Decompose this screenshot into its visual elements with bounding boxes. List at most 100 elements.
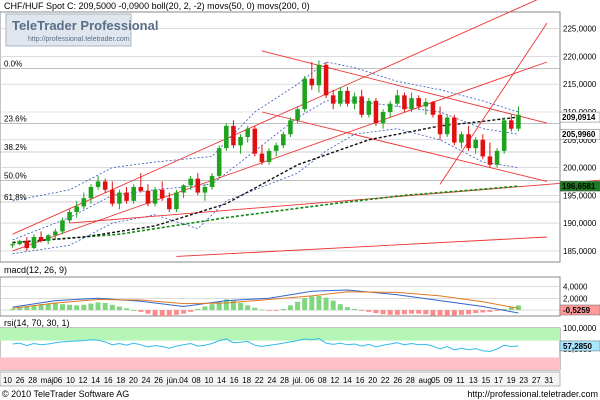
- candle-body: [416, 98, 421, 107]
- candle-body: [53, 231, 58, 236]
- price-value-label: 209,0914: [562, 113, 596, 122]
- x-tick-label: 16: [356, 376, 365, 385]
- x-tick-label: 12: [79, 376, 88, 385]
- watermark-brand: TeleTrader Professional: [12, 18, 158, 33]
- x-tick-label: 18: [242, 376, 251, 385]
- x-tick-label: jún.: [166, 376, 180, 385]
- price-value-label: 205,9960: [562, 130, 596, 139]
- rsi-tick-label: 100,0000: [563, 324, 597, 333]
- macd-histogram-bar: [138, 310, 144, 312]
- macd-histogram-bar: [366, 310, 372, 312]
- candle-body: [60, 220, 65, 232]
- macd-histogram-bar: [159, 310, 165, 316]
- macd-histogram-bar: [259, 309, 265, 311]
- rsi-overbought-band: [0, 328, 560, 341]
- rsi-label: rsi(14, 70, 30, 1): [4, 318, 70, 328]
- macd-tick-label: 2,0000: [563, 294, 588, 303]
- x-tick-label: 15: [481, 376, 490, 385]
- candle-body: [124, 192, 129, 201]
- candle-body: [309, 78, 315, 86]
- fib-level-label: 61.8%: [4, 193, 27, 202]
- x-tick-label: 17: [494, 376, 503, 385]
- candle: [302, 75, 307, 112]
- candle-body: [195, 178, 201, 193]
- candle-body: [224, 125, 229, 149]
- macd-histogram-bar: [181, 310, 187, 314]
- price-tick-label: 195,0000: [563, 191, 597, 200]
- x-tick-label: 28: [28, 376, 37, 385]
- x-tick-label: 11: [456, 376, 465, 385]
- candle-body: [209, 175, 215, 187]
- macd-histogram-bar: [316, 295, 322, 311]
- macd-histogram-bar: [10, 308, 16, 311]
- macd-histogram-bar: [131, 310, 137, 311]
- x-tick-label: 10: [3, 376, 12, 385]
- macd-histogram-bar: [95, 302, 101, 311]
- candle: [452, 114, 457, 146]
- macd-histogram-bar: [473, 310, 479, 314]
- candle-body: [31, 237, 37, 249]
- macd-histogram-bar: [238, 303, 244, 311]
- x-tick-label: 09: [444, 376, 453, 385]
- macd-histogram-bar: [466, 310, 472, 315]
- macd-histogram-bar: [344, 307, 350, 311]
- candle-body: [316, 64, 322, 86]
- macd-histogram-bar: [409, 310, 415, 314]
- x-tick-label: 22: [255, 376, 264, 385]
- macd-histogram-bar: [423, 310, 429, 315]
- rsi-value-label: 57,2850: [563, 342, 592, 351]
- x-tick-label: 10: [66, 376, 75, 385]
- candle: [444, 114, 450, 137]
- x-tick-label: 18: [116, 376, 125, 385]
- candle-body: [38, 237, 44, 241]
- candle: [366, 98, 372, 118]
- x-tick-label: 14: [217, 376, 226, 385]
- macd-histogram-bar: [337, 304, 343, 311]
- candle-body: [117, 192, 122, 204]
- x-tick-label: 26: [393, 376, 402, 385]
- fib-level-label: 38.2%: [4, 143, 27, 152]
- candle-body: [95, 181, 101, 187]
- x-tick-label: 24: [267, 376, 276, 385]
- macd-histogram-bar: [330, 300, 336, 311]
- watermark-url: http://professional.teletrader.com: [28, 36, 130, 43]
- macd-histogram-bar: [202, 306, 208, 311]
- candle-body: [338, 90, 343, 104]
- x-tick-label: 08: [192, 376, 201, 385]
- macd-histogram-bar: [67, 304, 73, 311]
- candle-body: [373, 100, 379, 124]
- macd-histogram-bar: [102, 303, 108, 311]
- macd-pane: 4,00002,00000,0000-0,5259: [0, 276, 600, 317]
- candle: [402, 92, 407, 112]
- candle-body: [88, 187, 94, 199]
- x-tick-label: 16: [230, 376, 239, 385]
- candle-body: [473, 139, 478, 149]
- macd-value-label: -0,5259: [563, 306, 591, 315]
- macd-histogram-bar: [287, 305, 293, 311]
- x-tick-label: 12: [330, 376, 339, 385]
- macd-histogram-bar: [173, 310, 179, 315]
- macd-histogram-bar: [74, 305, 80, 311]
- macd-histogram-bar: [124, 308, 130, 311]
- candle-body: [395, 95, 400, 104]
- macd-histogram-bar: [487, 310, 493, 312]
- macd-histogram-bar: [458, 310, 464, 315]
- macd-label: macd(12, 26, 9): [4, 265, 67, 275]
- price-value-label: 196,6581: [562, 182, 596, 191]
- candle-body: [444, 117, 450, 135]
- candle-body: [459, 134, 464, 143]
- candle-body: [152, 189, 158, 204]
- x-tick-label: 26: [154, 376, 163, 385]
- price-tick-label: 220,0000: [563, 52, 597, 61]
- candle-body: [352, 96, 357, 104]
- candle-body: [323, 64, 329, 96]
- candle-body: [252, 128, 258, 154]
- macd-histogram-bar: [302, 298, 308, 311]
- candle-body: [174, 192, 179, 210]
- x-tick-label: 13: [469, 376, 478, 385]
- candle-body: [10, 244, 15, 246]
- macd-histogram-bar: [380, 310, 386, 315]
- candle-body: [67, 212, 72, 221]
- candle-body: [387, 103, 393, 112]
- rsi-pane: 100,000050,000057,2850: [0, 324, 600, 371]
